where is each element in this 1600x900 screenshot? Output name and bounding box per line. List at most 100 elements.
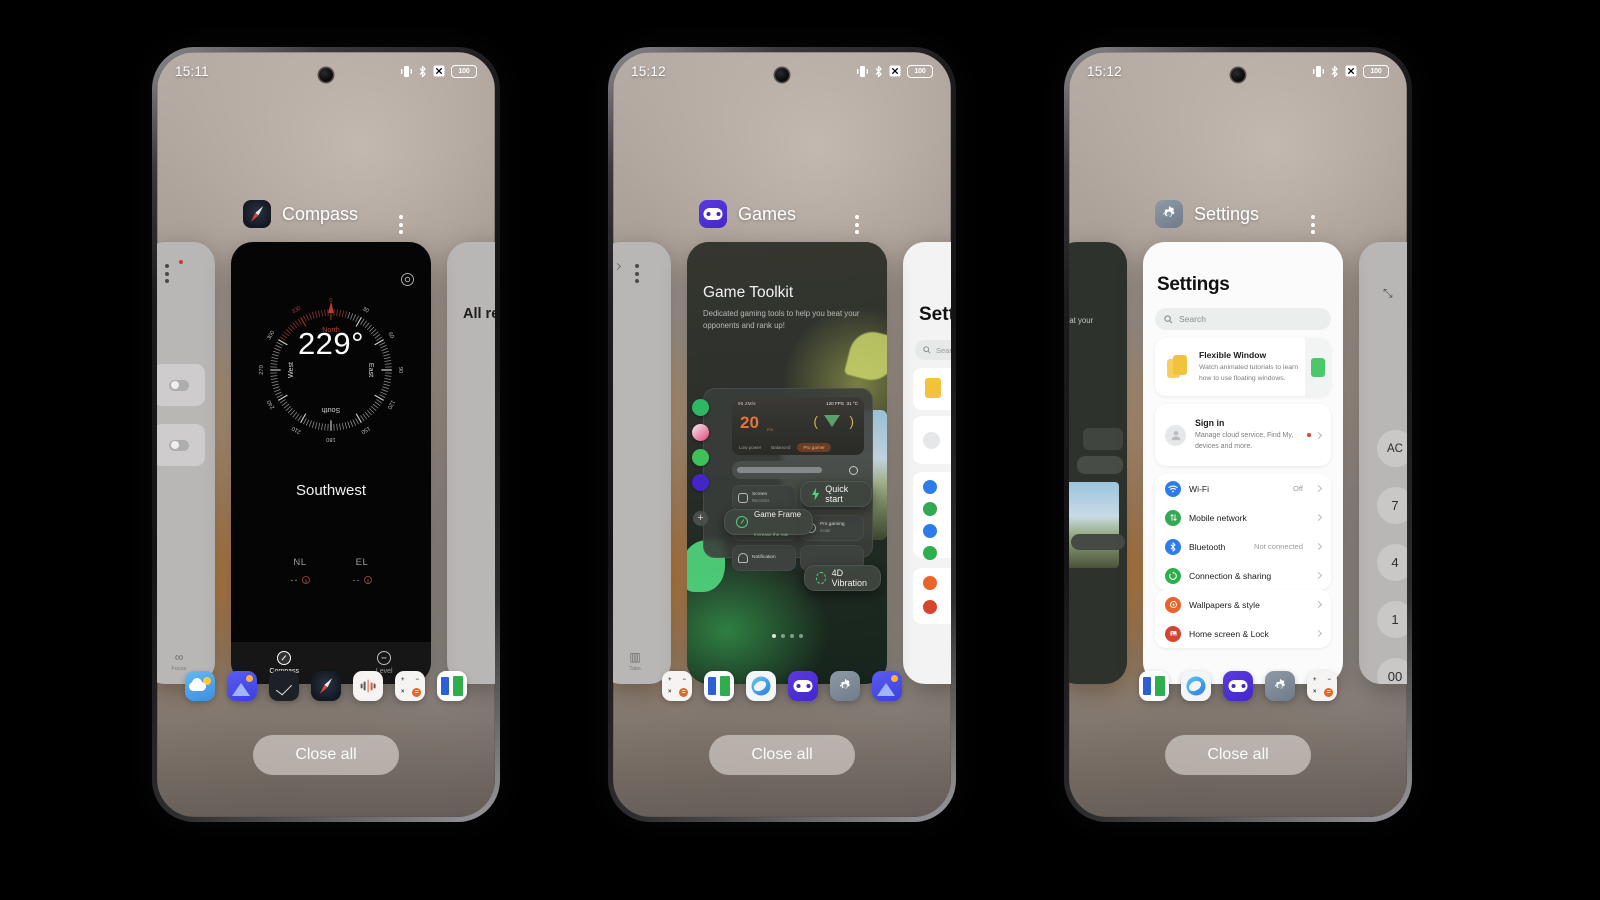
whatsapp-icon[interactable]: [692, 399, 709, 416]
search-input[interactable]: Sear: [915, 340, 951, 360]
clock-icon[interactable]: [269, 671, 299, 701]
calc-key-1[interactable]: 1: [1376, 601, 1407, 638]
connectivity-group[interactable]: [913, 472, 951, 560]
recents-card-left[interactable]: ▥ Tabs: [613, 242, 671, 684]
browser-icon[interactable]: [1181, 671, 1211, 701]
kebab-menu-icon[interactable]: [165, 264, 169, 283]
kebab-menu-icon[interactable]: [635, 264, 639, 283]
chevron-right-icon[interactable]: [613, 262, 622, 271]
network-speed: 90.2M/s: [738, 401, 756, 406]
float-4d-vibration[interactable]: 4D Vibration: [804, 565, 882, 591]
degree-ring-icon: [301, 576, 310, 584]
recents-card-right[interactable]: Settin Sear: [903, 242, 951, 684]
settings-row-bluetooth[interactable]: Bluetooth Not connected: [1155, 532, 1331, 561]
plus-icon[interactable]: +: [693, 511, 708, 526]
front-camera-punch-hole: [319, 68, 333, 82]
calculator-icon[interactable]: + − × =: [1307, 671, 1337, 701]
coordinate-nl: NL --: [291, 557, 310, 585]
settings-row-connection-sharing[interactable]: Connection & sharing: [1155, 561, 1331, 590]
avatar: [1165, 424, 1186, 446]
recents-card-settings[interactable]: Settings Search Flexible Window Watch an…: [1143, 242, 1343, 684]
settings-row-home-screen-lock[interactable]: Home screen & Lock: [1155, 619, 1331, 648]
search-input[interactable]: Search: [1155, 308, 1331, 330]
brightness-slider[interactable]: [732, 461, 864, 479]
kebab-menu-icon[interactable]: [855, 215, 859, 234]
weather-icon[interactable]: [185, 671, 215, 701]
games-icon[interactable]: [1223, 671, 1253, 701]
compass-degrees: 229°: [297, 326, 365, 361]
gear-icon[interactable]: [400, 272, 415, 287]
calc-key-4[interactable]: 4: [1376, 544, 1407, 581]
compass-icon[interactable]: [311, 671, 341, 701]
collapse-icon[interactable]: ⤡: [1383, 286, 1393, 301]
chevron-right-icon: [1314, 542, 1323, 551]
recents-card-left[interactable]: eat your: [1069, 242, 1127, 684]
gallery-icon[interactable]: [872, 671, 902, 701]
card-bottom-tab: ▥ Tabs: [613, 650, 671, 672]
files-icon[interactable]: [1139, 671, 1169, 701]
partial-heading: Settin: [919, 304, 951, 325]
mode-pro-gamer[interactable]: Pro gamer: [797, 443, 831, 452]
toggle-switch[interactable]: [157, 424, 205, 466]
settings-icon[interactable]: [1265, 671, 1295, 701]
close-all-button[interactable]: Close all: [253, 735, 399, 775]
page-dot[interactable]: [771, 634, 776, 638]
toggle-switch[interactable]: [157, 364, 205, 406]
gallery-icon[interactable]: [227, 671, 257, 701]
coordinate-el: EL --: [353, 557, 372, 585]
banner-preview[interactable]: [1305, 338, 1331, 396]
kebab-menu-icon[interactable]: [399, 215, 403, 234]
games-icon[interactable]: [788, 671, 818, 701]
flexible-window-banner[interactable]: [913, 368, 951, 410]
settings-group-connectivity: Wi-Fi Off Mobile network Bluetooth Not c…: [1155, 474, 1331, 590]
personalization-group[interactable]: [913, 568, 951, 624]
settings-row-mobile-network[interactable]: Mobile network: [1155, 503, 1331, 532]
mobile-network-icon: [923, 502, 937, 516]
float-game-frame[interactable]: Game Frame Increase the rate: [724, 509, 814, 537]
compass-icon[interactable]: [243, 200, 271, 228]
page-indicator: [687, 634, 887, 638]
recents-card-right[interactable]: ⤡ AC 7 4 1 00: [1359, 242, 1407, 684]
svg-text:South: South: [322, 406, 341, 414]
recents-card-compass[interactable]: 30 60 90 120 150 180 210 240 270 300 330 0 North East…: [231, 242, 431, 684]
files-icon[interactable]: [437, 671, 467, 701]
fps-value: 120 FPS: [826, 401, 844, 406]
recents-card-left[interactable]: ∞ Focus: [157, 242, 215, 684]
files-icon[interactable]: [704, 671, 734, 701]
calculator-icon[interactable]: + − × =: [395, 671, 425, 701]
page-dot[interactable]: [780, 634, 785, 638]
float-quick-start[interactable]: Quick start: [800, 481, 872, 507]
calc-key-ac[interactable]: AC: [1376, 430, 1407, 467]
browser-icon[interactable]: [746, 671, 776, 701]
row-label: Home screen & Lock: [1189, 628, 1269, 639]
status-time: 15:12: [1087, 63, 1122, 79]
coordinate-value: --: [352, 575, 361, 585]
games-icon[interactable]: [692, 474, 709, 491]
tile-notification[interactable]: Notification: [732, 545, 796, 571]
mode-balanced[interactable]: Balanced: [768, 443, 793, 452]
recents-card-right[interactable]: All re: [447, 242, 495, 684]
close-all-button[interactable]: Close all: [709, 735, 855, 775]
instagram-icon[interactable]: [692, 424, 709, 441]
page-dot[interactable]: [789, 634, 794, 638]
recents-card-games[interactable]: Game Toolkit Dedicated gaming tools to h…: [687, 242, 887, 684]
messages-icon[interactable]: [692, 449, 709, 466]
sign-in-card[interactable]: Sign in Manage cloud service, Find My, d…: [1155, 404, 1331, 466]
phone-3: 15:12 100 Settings eat your: [1064, 47, 1412, 822]
close-all-button[interactable]: Close all: [1165, 735, 1311, 775]
calc-key-7[interactable]: 7: [1376, 487, 1407, 524]
sign-in-card[interactable]: [913, 416, 951, 464]
recorder-icon[interactable]: [353, 671, 383, 701]
settings-row-wifi[interactable]: Wi-Fi Off: [1155, 474, 1331, 503]
kebab-menu-icon[interactable]: [1311, 215, 1315, 234]
settings-icon[interactable]: [830, 671, 860, 701]
page-dot[interactable]: [798, 634, 803, 638]
mode-low-power[interactable]: Low power: [736, 443, 764, 452]
games-icon[interactable]: [699, 200, 727, 228]
calculator-icon[interactable]: + − × =: [662, 671, 692, 701]
chevron-right-icon: [1314, 600, 1323, 609]
flexible-window-banner[interactable]: Flexible Window Watch animated tutorials…: [1155, 338, 1331, 396]
settings-row-wallpapers[interactable]: Wallpapers & style: [1155, 590, 1331, 619]
bluetooth-icon: [419, 65, 426, 77]
settings-icon[interactable]: [1155, 200, 1183, 228]
